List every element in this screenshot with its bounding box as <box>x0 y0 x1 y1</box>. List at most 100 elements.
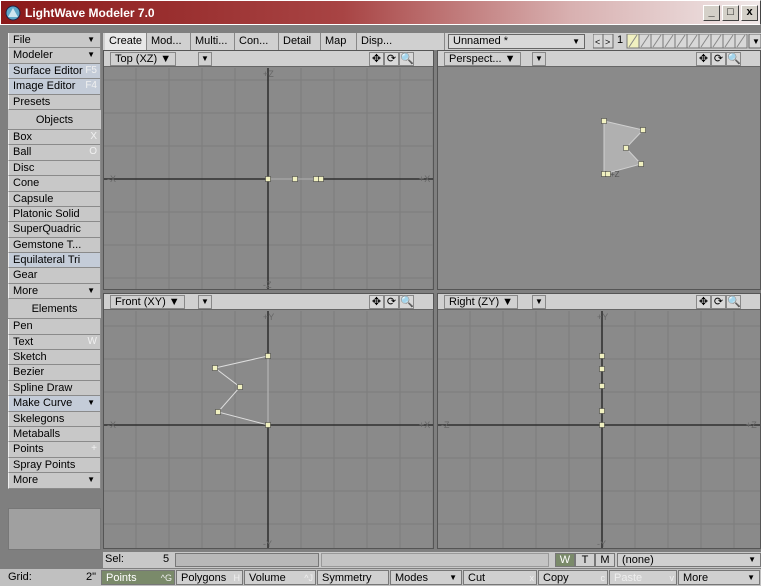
zoom-view-icon[interactable]: 🔍 <box>726 295 741 309</box>
elements-more-menu[interactable]: More ▼ <box>8 473 101 489</box>
viewport-top[interactable]: Top (XZ) ▼ ▼ ✥ ⟳ 🔍 -X +X +Z -Z <box>103 50 434 290</box>
tab-display[interactable]: Disp... <box>357 33 445 50</box>
zoom-view-icon[interactable]: 🔍 <box>399 295 414 309</box>
metaballs-button[interactable]: Metaballs <box>8 426 101 443</box>
gear-label: Gear <box>13 269 38 282</box>
rotate-view-icon[interactable]: ⟳ <box>711 295 726 309</box>
objects-more-menu[interactable]: More ▼ <box>8 283 101 300</box>
viewport-front[interactable]: Front (XY) ▼ ▼ ✥ ⟳ 🔍 -X +X +Y -Y <box>103 293 434 549</box>
viewport-title: Right (ZY) <box>449 296 500 308</box>
gemstone-button[interactable]: Gemstone T... <box>8 237 101 254</box>
close-button[interactable]: x <box>741 5 758 21</box>
shortcut-label: v <box>669 573 675 583</box>
surface-editor-button[interactable]: Surface Editor F5 <box>8 63 101 80</box>
render-mode-dropdown[interactable]: ▼ <box>198 52 212 66</box>
copy-button[interactable]: Copy c <box>538 570 608 585</box>
viewport-canvas[interactable]: -X +X +Z -Z <box>104 68 434 290</box>
disc-button[interactable]: Disc <box>8 160 101 177</box>
skelegons-button[interactable]: Skelegons <box>8 411 101 427</box>
object-selector[interactable]: Unnamed * ▼ <box>448 34 585 49</box>
viewport-header: Perspect... ▼ ▼ ✥ ⟳ 🔍 <box>438 51 760 67</box>
surface-select[interactable]: (none) ▼ <box>617 553 761 567</box>
superquadric-button[interactable]: SuperQuadric <box>8 222 101 238</box>
svg-text:▼: ▼ <box>752 37 760 46</box>
zoom-view-icon[interactable]: 🔍 <box>726 52 741 66</box>
box-button[interactable]: Box X <box>8 129 101 146</box>
equilateral-tri-button[interactable]: Equilateral Tri <box>8 253 101 269</box>
tab-create[interactable]: Create <box>105 33 147 50</box>
texture-map-toggle[interactable]: T <box>575 553 595 567</box>
spline-draw-button[interactable]: Spline Draw <box>8 380 101 397</box>
svg-text:>: > <box>605 37 610 47</box>
rotate-view-icon[interactable]: ⟳ <box>384 52 399 66</box>
weight-map-toggle[interactable]: W <box>555 553 575 567</box>
render-mode-dropdown[interactable]: ▼ <box>532 295 546 309</box>
layer-cells[interactable] <box>626 34 748 49</box>
cone-button[interactable]: Cone <box>8 176 101 192</box>
maximize-button[interactable]: □ <box>722 5 739 21</box>
move-view-icon[interactable]: ✥ <box>696 52 711 66</box>
viewport-canvas[interactable]: -Z +Z +Y -Y <box>438 311 761 549</box>
shortcut-label: W <box>87 335 97 347</box>
move-view-icon[interactable]: ✥ <box>696 295 711 309</box>
morph-map-toggle[interactable]: M <box>595 553 615 567</box>
make-curve-menu[interactable]: Make Curve ▼ <box>8 396 101 412</box>
platonic-solid-button[interactable]: Platonic Solid <box>8 206 101 223</box>
cut-button[interactable]: Cut x <box>463 570 537 585</box>
move-view-icon[interactable]: ✥ <box>369 295 384 309</box>
tab-construct[interactable]: Con... <box>235 33 279 50</box>
pen-button[interactable]: Pen <box>8 319 101 335</box>
modes-menu[interactable]: Modes ▼ <box>390 570 462 585</box>
tab-multiply[interactable]: Multi... <box>191 33 235 50</box>
more-menu[interactable]: More ▼ <box>678 570 760 585</box>
gemstone-label: Gemstone T... <box>13 238 82 251</box>
modeler-menu[interactable]: Modeler ▼ <box>8 48 101 64</box>
spray-points-button[interactable]: Spray Points <box>8 457 101 474</box>
viewport-perspective[interactable]: Perspect... ▼ ▼ ✥ ⟳ 🔍 +Z <box>437 50 761 290</box>
shortcut-label: O <box>89 146 97 158</box>
move-view-icon[interactable]: ✥ <box>369 52 384 66</box>
polygons-mode-button[interactable]: Polygons H <box>176 570 243 585</box>
file-menu[interactable]: File ▼ <box>8 33 101 49</box>
image-editor-label: Image Editor <box>13 80 76 93</box>
tab-detail[interactable]: Detail <box>279 33 321 50</box>
symmetry-toggle[interactable]: Symmetry <box>317 570 389 585</box>
make-curve-label: Make Curve <box>13 397 73 410</box>
presets-button[interactable]: Presets <box>8 94 101 110</box>
minimize-button[interactable]: _ <box>703 5 720 21</box>
rotate-view-icon[interactable]: ⟳ <box>711 52 726 66</box>
zoom-view-icon[interactable]: 🔍 <box>399 52 414 66</box>
paste-label: Paste <box>614 572 643 584</box>
paste-button[interactable]: Paste v <box>609 570 677 585</box>
points-button[interactable]: Points + <box>8 442 101 458</box>
text-button[interactable]: Text W <box>8 334 101 351</box>
axis-label: -Z <box>441 420 450 430</box>
volume-mode-button[interactable]: Volume ^J <box>244 570 316 585</box>
bezier-button[interactable]: Bezier <box>8 365 101 381</box>
spray-points-label: Spray Points <box>13 458 76 471</box>
render-mode-dropdown[interactable]: ▼ <box>532 52 546 66</box>
render-mode-dropdown[interactable]: ▼ <box>198 295 212 309</box>
capsule-button[interactable]: Capsule <box>8 191 101 207</box>
object-name: Unnamed * <box>453 35 509 47</box>
ball-button[interactable]: Ball O <box>8 145 101 161</box>
gear-button[interactable]: Gear <box>8 268 101 284</box>
viewport-canvas[interactable]: -X +X +Y -Y <box>104 311 434 549</box>
rotate-view-icon[interactable]: ⟳ <box>384 295 399 309</box>
points-mode-button[interactable]: Points ^G <box>101 570 175 585</box>
viewport-view-select[interactable]: Right (ZY) ▼ <box>444 295 519 309</box>
vertex-point <box>265 353 271 359</box>
tab-map[interactable]: Map <box>321 33 357 50</box>
box-label: Box <box>13 130 32 143</box>
viewport-view-select[interactable]: Perspect... ▼ <box>444 52 521 66</box>
modeler-menu-label: Modeler <box>13 49 53 62</box>
sketch-button[interactable]: Sketch <box>8 350 101 366</box>
viewport-view-select[interactable]: Top (XZ) ▼ <box>110 52 177 66</box>
viewport-view-select[interactable]: Front (XY) ▼ <box>110 295 185 309</box>
tab-modify[interactable]: Mod... <box>147 33 191 50</box>
viewport-right[interactable]: Right (ZY) ▼ ▼ ✥ ⟳ 🔍 -Z +Z +Y -Y <box>437 293 761 549</box>
image-editor-button[interactable]: Image Editor F4 <box>8 79 101 95</box>
cut-label: Cut <box>468 572 486 584</box>
viewport-canvas[interactable]: +Z <box>438 68 761 290</box>
points-mode-label: Points <box>106 572 137 584</box>
